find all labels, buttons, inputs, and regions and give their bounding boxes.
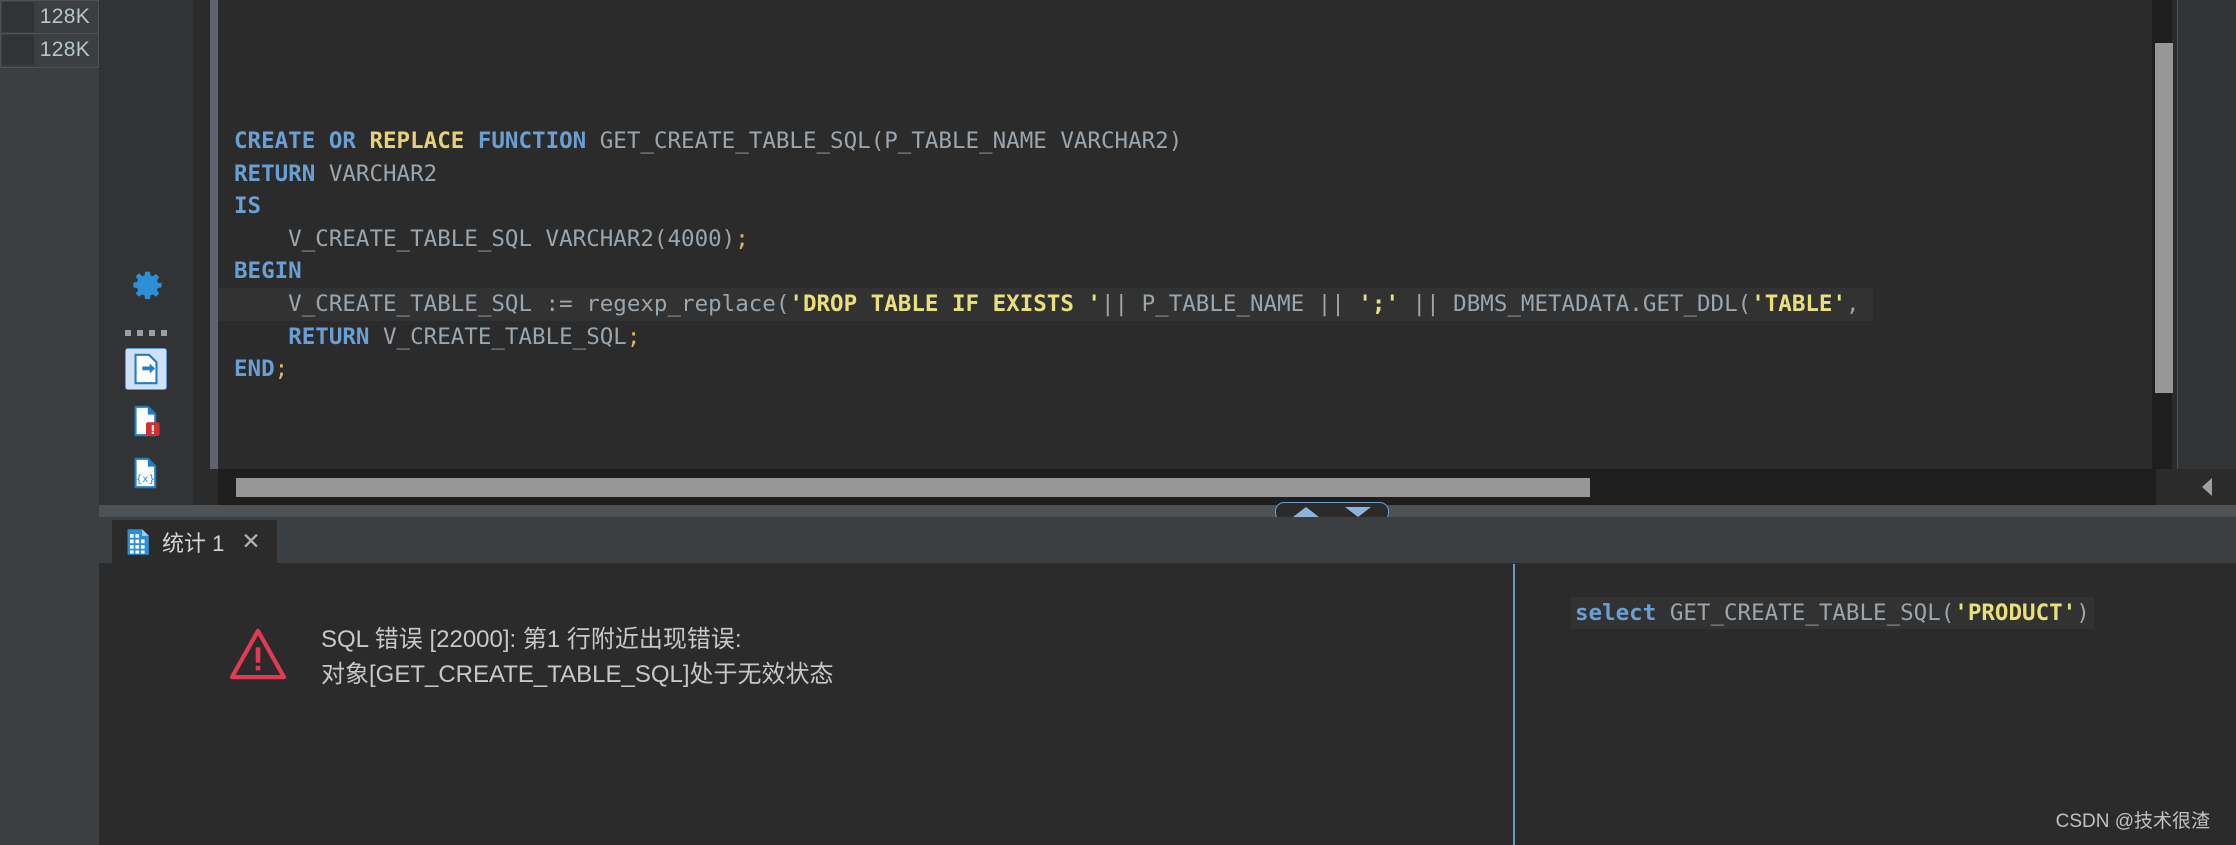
watermark: CSDN @技术很渣 bbox=[2055, 811, 2210, 832]
code-token: ';' bbox=[1358, 290, 1399, 317]
code-token: , bbox=[1846, 290, 1874, 317]
code-token: FUNCTION bbox=[477, 128, 587, 154]
execute-script-icon[interactable] bbox=[125, 348, 167, 390]
script-variables-icon[interactable]: {x} bbox=[125, 452, 167, 494]
horizontal-splitter[interactable] bbox=[99, 505, 2236, 517]
code-line: END; bbox=[218, 353, 1873, 386]
code-token: 'PRODUCT' bbox=[1954, 600, 2077, 626]
memory-gauge-stack: 128K 128K bbox=[0, 0, 99, 68]
close-icon[interactable]: ✕ bbox=[241, 530, 260, 554]
memory-gauge-label: 128K bbox=[39, 5, 90, 28]
script-error-icon[interactable] bbox=[125, 400, 167, 442]
code-line: RETURN VARCHAR2 bbox=[218, 158, 1873, 191]
code-token: V_CREATE_TABLE_SQL VARCHAR2(4000) bbox=[234, 225, 736, 252]
editor-corner-collapse-button[interactable] bbox=[2178, 469, 2236, 505]
tab-label: 统计 1 bbox=[162, 531, 225, 556]
editor-tool-strip: {x} bbox=[99, 0, 194, 534]
code-token: select bbox=[1575, 600, 1657, 626]
editor-code-area[interactable]: CREATE OR REPLACE FUNCTION GET_CREATE_TA… bbox=[218, 0, 2172, 469]
results-panel: 统计 1 ✕ SQL 错误 [22000]: 第1 行附近出现错误: 对象[GE… bbox=[99, 517, 2236, 845]
code-token: END bbox=[234, 356, 275, 383]
application-window: 128K 128K {x} CREATE OR REPLACE FUNCTION… bbox=[0, 0, 2236, 845]
memory-gauge-row[interactable]: 128K bbox=[0, 0, 99, 34]
code-token: REPLACE bbox=[369, 128, 465, 154]
code-token: IS bbox=[234, 193, 262, 220]
code-line: CREATE OR REPLACE FUNCTION GET_CREATE_TA… bbox=[218, 125, 1873, 158]
memory-gauge-label: 128K bbox=[39, 38, 90, 61]
code-token: RETURN bbox=[234, 160, 316, 187]
code-token: VARCHAR2 bbox=[315, 160, 438, 187]
code-line: V_CREATE_TABLE_SQL := regexp_replace('DR… bbox=[218, 287, 1874, 321]
code-token: V_CREATE_TABLE_SQL := regexp_replace( bbox=[234, 290, 790, 317]
code-line: BEGIN bbox=[218, 255, 1873, 288]
code-token: OR bbox=[328, 128, 356, 154]
error-text: SQL 错误 [22000]: 第1 行附近出现错误: 对象[GET_CREAT… bbox=[321, 622, 834, 693]
collapse-up-icon[interactable] bbox=[1293, 507, 1319, 517]
code-line: V_CREATE_TABLE_SQL VARCHAR2(4000); bbox=[218, 223, 1873, 256]
memory-gauge-row[interactable]: 128K bbox=[0, 34, 99, 68]
grid-table-icon bbox=[126, 528, 151, 556]
editor-right-gutter bbox=[2178, 0, 2236, 469]
executed-statement-text: select GET_CREATE_TABLE_SQL('PRODUCT') bbox=[1571, 597, 2094, 629]
dots-glyph bbox=[125, 330, 167, 336]
code-token: || P_TABLE_NAME || bbox=[1100, 290, 1359, 317]
code-token: GET_CREATE_TABLE_SQL( bbox=[1656, 600, 1955, 626]
left-column-filler bbox=[0, 69, 99, 845]
editor-gutter bbox=[194, 0, 210, 469]
code-token: GET_CREATE_TABLE_SQL(P_TABLE_NAME VARCHA… bbox=[586, 128, 1183, 154]
memory-gauge-fill bbox=[2, 35, 34, 65]
collapse-down-icon[interactable] bbox=[1345, 507, 1371, 517]
code-token: V_CREATE_TABLE_SQL bbox=[369, 323, 627, 350]
code-token: ) bbox=[2076, 600, 2090, 626]
left-column: 128K 128K bbox=[0, 0, 99, 845]
results-body: SQL 错误 [22000]: 第1 行附近出现错误: 对象[GET_CREAT… bbox=[99, 564, 2236, 845]
tab-statistics[interactable]: 统计 1 ✕ bbox=[112, 520, 277, 564]
editor-bottom-left-corner bbox=[194, 469, 218, 505]
code-line: IS bbox=[218, 190, 1873, 223]
warning-triangle-icon bbox=[229, 628, 287, 680]
error-line-1: SQL 错误 [22000]: 第1 行附近出现错误: bbox=[321, 626, 742, 653]
vertical-scroll-thumb[interactable] bbox=[2155, 43, 2173, 393]
editor-vertical-scrollbar[interactable] bbox=[2152, 0, 2173, 469]
svg-text:{x}: {x} bbox=[136, 474, 155, 486]
editor-change-marker bbox=[210, 0, 218, 469]
code-token: 'TABLE' bbox=[1751, 290, 1847, 317]
editor-code-text: CREATE OR REPLACE FUNCTION GET_CREATE_TA… bbox=[218, 125, 1874, 386]
results-tab-bar: 统计 1 ✕ bbox=[99, 517, 2236, 564]
editor-horizontal-scrollbar[interactable] bbox=[218, 469, 2156, 505]
error-message-block: SQL 错误 [22000]: 第1 行附近出现错误: 对象[GET_CREAT… bbox=[229, 622, 834, 693]
horizontal-scroll-thumb[interactable] bbox=[236, 478, 1590, 497]
error-line-2: 对象[GET_CREATE_TABLE_SQL]处于无效状态 bbox=[321, 661, 834, 689]
code-token: ; bbox=[274, 356, 289, 383]
code-token: CREATE bbox=[234, 128, 316, 154]
code-token: BEGIN bbox=[234, 258, 302, 285]
memory-gauge-fill bbox=[2, 2, 34, 32]
gear-icon[interactable] bbox=[125, 260, 167, 302]
code-token: 'DROP TABLE IF EXISTS ' bbox=[789, 290, 1101, 317]
sql-editor-panel: CREATE OR REPLACE FUNCTION GET_CREATE_TA… bbox=[194, 0, 2236, 505]
code-token: RETURN bbox=[288, 323, 370, 350]
code-token: || DBMS_METADATA.GET_DDL( bbox=[1399, 290, 1752, 317]
code-token: ; bbox=[626, 323, 641, 350]
executed-statement-panel[interactable]: select GET_CREATE_TABLE_SQL('PRODUCT') bbox=[1515, 564, 2236, 845]
chevron-left-icon bbox=[2202, 478, 2212, 496]
code-token: ; bbox=[735, 225, 749, 252]
code-line: RETURN V_CREATE_TABLE_SQL; bbox=[218, 321, 1873, 354]
